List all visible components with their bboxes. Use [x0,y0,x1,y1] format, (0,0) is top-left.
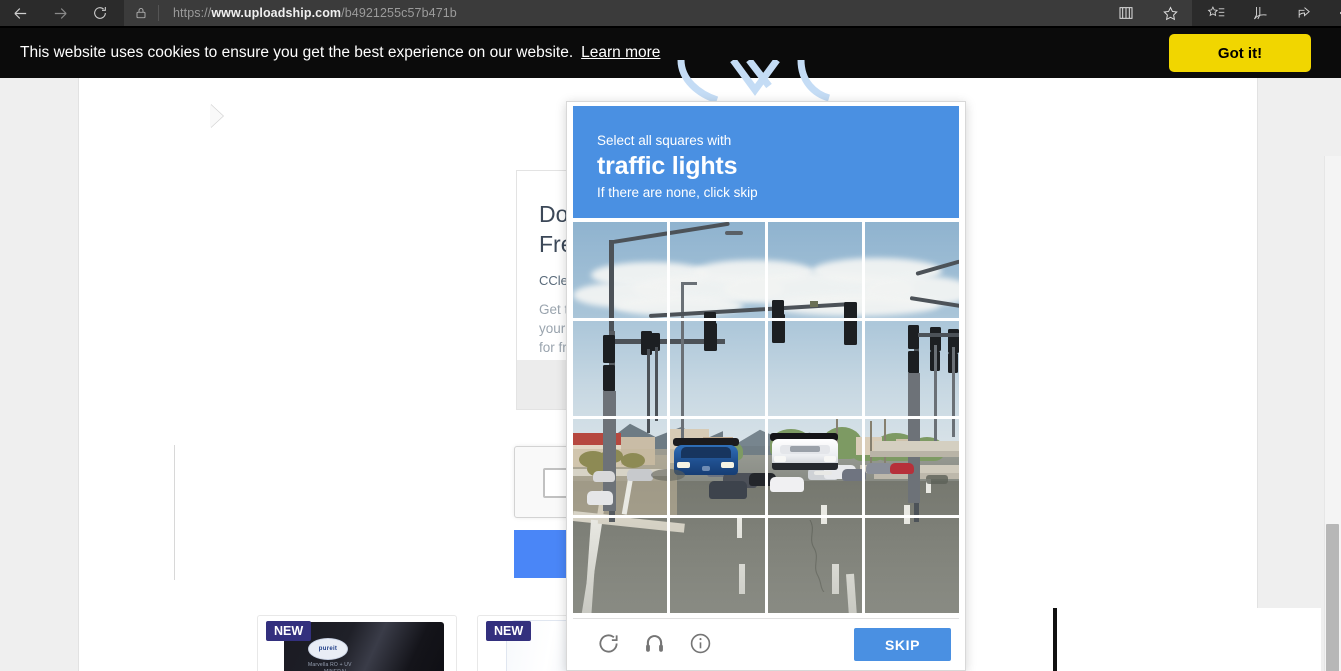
skip-button[interactable]: SKIP [854,628,951,661]
page-scrollbar-track[interactable] [1324,156,1341,671]
cell-r1c2[interactable] [670,222,765,318]
cell-r3c1[interactable] [573,419,668,515]
cell-r4c3[interactable] [767,517,862,613]
instruction-target: traffic lights [597,152,738,180]
cell-r2c4[interactable] [864,320,959,416]
product-new-badge: NEW [486,621,532,641]
pureit-logo: pureit [308,638,348,660]
cookie-accept-button[interactable]: Got it! [1169,34,1311,72]
recaptcha-image-grid [573,222,959,613]
cell-r3c3[interactable] [767,419,862,515]
lock-icon [124,6,158,20]
cell-r4c2[interactable] [670,517,765,613]
cell-r4c1[interactable] [573,517,668,613]
cookie-message: This website uses cookies to ensure you … [20,44,574,61]
url-text: https://www.uploadship.com/b4921255c57b4… [159,6,1104,20]
cell-r2c1[interactable] [573,320,668,416]
info-icon[interactable] [677,621,723,667]
cell-r1c3[interactable] [767,222,862,318]
product-new-badge: NEW [266,621,312,641]
cell-r4c4[interactable] [864,517,959,613]
url-scheme: https:// [173,6,212,20]
forward-button[interactable] [40,0,80,26]
share-icon[interactable] [1282,0,1326,26]
instruction-prefix: Select all squares with [597,133,732,148]
cell-r1c4[interactable] [864,222,959,318]
url-domain: www.uploadship.com [211,6,342,20]
toolbar-group-secondary [1194,0,1341,26]
more-options-icon[interactable] [1326,0,1341,26]
reading-view-icon[interactable] [1104,0,1148,26]
page-scrollbar-thumb[interactable] [1326,524,1339,671]
product-card[interactable]: pureit Marvella RO + UV MINERAL NEW [257,615,457,671]
favorite-star-icon[interactable] [1148,0,1192,26]
browser-toolbar: https://www.uploadship.com/b4921255c57b4… [0,0,1341,26]
content-divider [174,445,175,580]
address-bar[interactable]: https://www.uploadship.com/b4921255c57b4… [124,0,1104,26]
back-button[interactable] [0,0,40,26]
recaptcha-footer: SKIP [573,618,959,668]
cookie-learn-more-link[interactable]: Learn more [581,44,660,62]
download-body-line-2: your [539,321,566,336]
recaptcha-challenge-panel: Select all squares with traffic lights I… [566,101,966,671]
reload-icon[interactable] [585,621,631,667]
url-path: /b4921255c57b471b [341,6,457,20]
recaptcha-callout-arrow [210,104,223,128]
instruction-hint: If there are none, click skip [597,185,758,200]
refresh-button[interactable] [80,0,120,26]
audio-challenge-icon[interactable] [631,621,677,667]
cell-r1c1[interactable] [573,222,668,318]
recaptcha-instruction-header: Select all squares with traffic lights I… [573,106,959,218]
toolbar-group-primary [1104,0,1192,26]
cell-r2c3[interactable] [767,320,862,416]
cell-r3c2[interactable] [670,419,765,515]
favorites-list-icon[interactable] [1194,0,1238,26]
web-note-icon[interactable] [1238,0,1282,26]
advertisement-panel[interactable] [1053,608,1321,671]
cell-r2c2[interactable] [670,320,765,416]
cell-r3c4[interactable] [864,419,959,515]
